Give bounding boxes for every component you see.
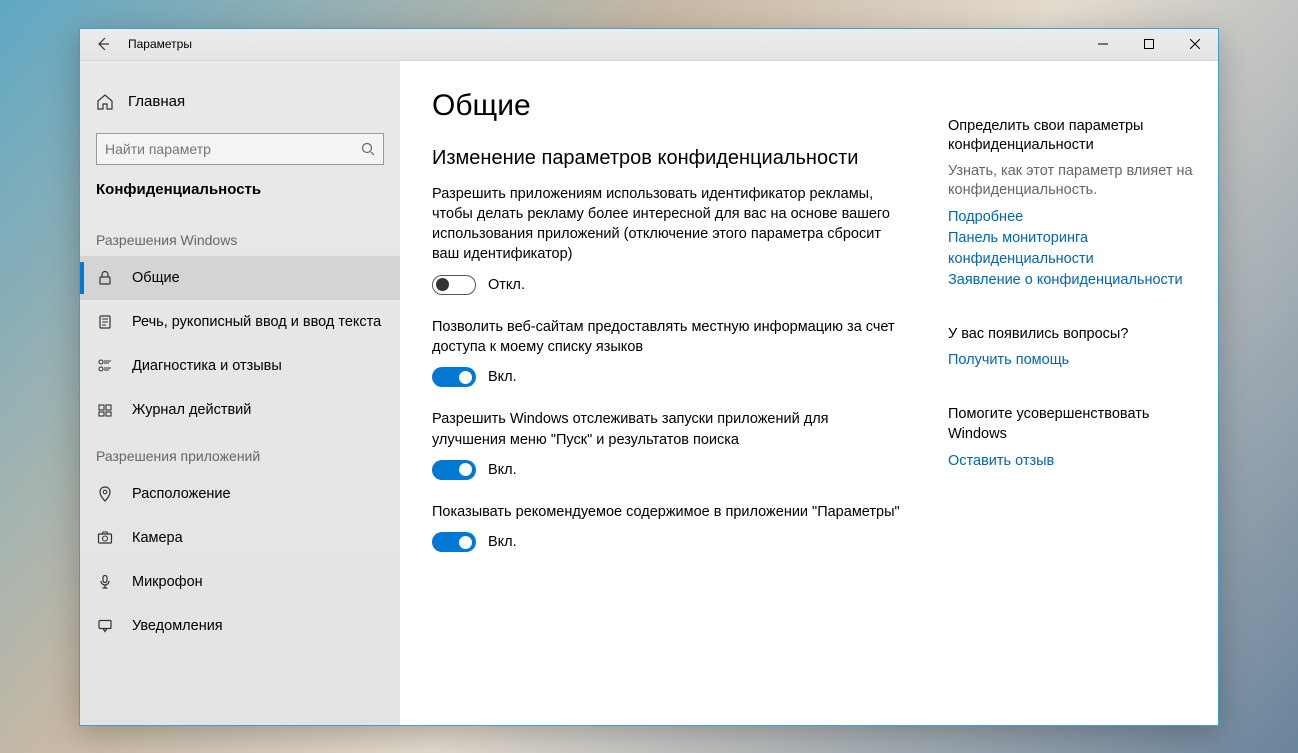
nav-item-label: Уведомления (132, 618, 223, 634)
window-title: Параметры (126, 37, 192, 51)
maximize-icon (1144, 39, 1154, 49)
sidebar: Главная Конфиденциальность Разрешения Wi… (80, 61, 400, 725)
home-icon (96, 93, 114, 111)
arrow-left-icon (95, 36, 111, 52)
setting-description: Показывать рекомендуемое содержимое в пр… (432, 502, 906, 522)
clipboard-icon (96, 313, 114, 331)
nav-item-activity-history[interactable]: Журнал действий (80, 388, 400, 432)
main-area: Общие Изменение параметров конфиденциаль… (400, 61, 1218, 725)
toggle-state-label: Вкл. (488, 369, 517, 385)
page-title: Общие (432, 89, 906, 123)
link-privacy-statement[interactable]: Заявление о конфиденциальности (948, 270, 1194, 291)
home-label: Главная (128, 93, 185, 110)
nav-item-speech-inking[interactable]: Речь, рукописный ввод и ввод текста (80, 300, 400, 344)
nav-item-label: Речь, рукописный ввод и ввод текста (132, 314, 381, 330)
close-icon (1190, 39, 1200, 49)
location-icon (96, 485, 114, 503)
setting-app-launches: Разрешить Windows отслеживать запуски пр… (432, 409, 906, 480)
toggle-advertising-id[interactable] (432, 275, 476, 295)
setting-description: Позволить веб-сайтам предоставлять местн… (432, 317, 906, 358)
group-header-app-permissions: Разрешения приложений (80, 432, 400, 472)
feedback-icon (96, 357, 114, 375)
nav-item-notifications[interactable]: Уведомления (80, 604, 400, 648)
nav-item-location[interactable]: Расположение (80, 472, 400, 516)
titlebar: Параметры (80, 29, 1218, 61)
nav-item-label: Камера (132, 530, 183, 546)
microphone-icon (96, 573, 114, 591)
toggle-app-launches[interactable] (432, 460, 476, 480)
nav-item-label: Общие (132, 270, 180, 286)
nav-item-label: Расположение (132, 486, 231, 502)
toggle-state-label: Вкл. (488, 462, 517, 478)
help-title: У вас появились вопросы? (948, 325, 1194, 345)
setting-description: Разрешить приложениям использовать идент… (432, 184, 906, 265)
help-subtitle: Узнать, как этот параметр влияет на конф… (948, 162, 1194, 201)
close-button[interactable] (1172, 28, 1218, 60)
history-icon (96, 401, 114, 419)
nav-item-diagnostics[interactable]: Диагностика и отзывы (80, 344, 400, 388)
category-label: Конфиденциальность (80, 175, 400, 216)
settings-window: Параметры Главная Ко (79, 28, 1219, 726)
content: Общие Изменение параметров конфиденциаль… (400, 61, 938, 725)
link-get-help[interactable]: Получить помощь (948, 350, 1194, 371)
toggle-state-label: Откл. (488, 277, 525, 293)
maximize-button[interactable] (1126, 28, 1172, 60)
help-title: Определить свои параметры конфиденциальн… (948, 117, 1194, 156)
help-title: Помогите усовершенствовать Windows (948, 405, 1194, 444)
help-block-questions: У вас появились вопросы? Получить помощь (948, 325, 1194, 372)
nav-item-label: Диагностика и отзывы (132, 358, 282, 374)
help-block-feedback: Помогите усовершенствовать Windows Остав… (948, 405, 1194, 471)
nav-item-label: Журнал действий (132, 402, 251, 418)
nav-item-label: Микрофон (132, 574, 203, 590)
nav-item-camera[interactable]: Камера (80, 516, 400, 560)
minimize-icon (1098, 39, 1108, 49)
right-pane: Определить свои параметры конфиденциальн… (938, 61, 1218, 725)
nav-item-general[interactable]: Общие (80, 256, 400, 300)
toggle-website-language[interactable] (432, 367, 476, 387)
setting-description: Разрешить Windows отслеживать запуски пр… (432, 409, 906, 450)
help-block-privacy: Определить свои параметры конфиденциальн… (948, 117, 1194, 291)
toggle-suggested-content[interactable] (432, 532, 476, 552)
nav-item-microphone[interactable]: Микрофон (80, 560, 400, 604)
lock-icon (96, 269, 114, 287)
setting-advertising-id: Разрешить приложениям использовать идент… (432, 184, 906, 295)
setting-website-language: Позволить веб-сайтам предоставлять местн… (432, 317, 906, 388)
search-input[interactable] (105, 141, 361, 157)
link-learn-more[interactable]: Подробнее (948, 207, 1194, 228)
home-link[interactable]: Главная (80, 85, 400, 119)
link-give-feedback[interactable]: Оставить отзыв (948, 451, 1194, 472)
toggle-state-label: Вкл. (488, 534, 517, 550)
setting-suggested-content: Показывать рекомендуемое содержимое в пр… (432, 502, 906, 552)
window-body: Главная Конфиденциальность Разрешения Wi… (80, 61, 1218, 725)
link-privacy-dashboard[interactable]: Панель мониторинга конфиденциальности (948, 228, 1194, 270)
notification-icon (96, 617, 114, 635)
minimize-button[interactable] (1080, 28, 1126, 60)
back-button[interactable] (80, 28, 126, 60)
section-title: Изменение параметров конфиденциальности (432, 147, 906, 170)
camera-icon (96, 529, 114, 547)
search-icon (361, 142, 375, 156)
group-header-windows-permissions: Разрешения Windows (80, 216, 400, 256)
search-box[interactable] (96, 133, 384, 165)
